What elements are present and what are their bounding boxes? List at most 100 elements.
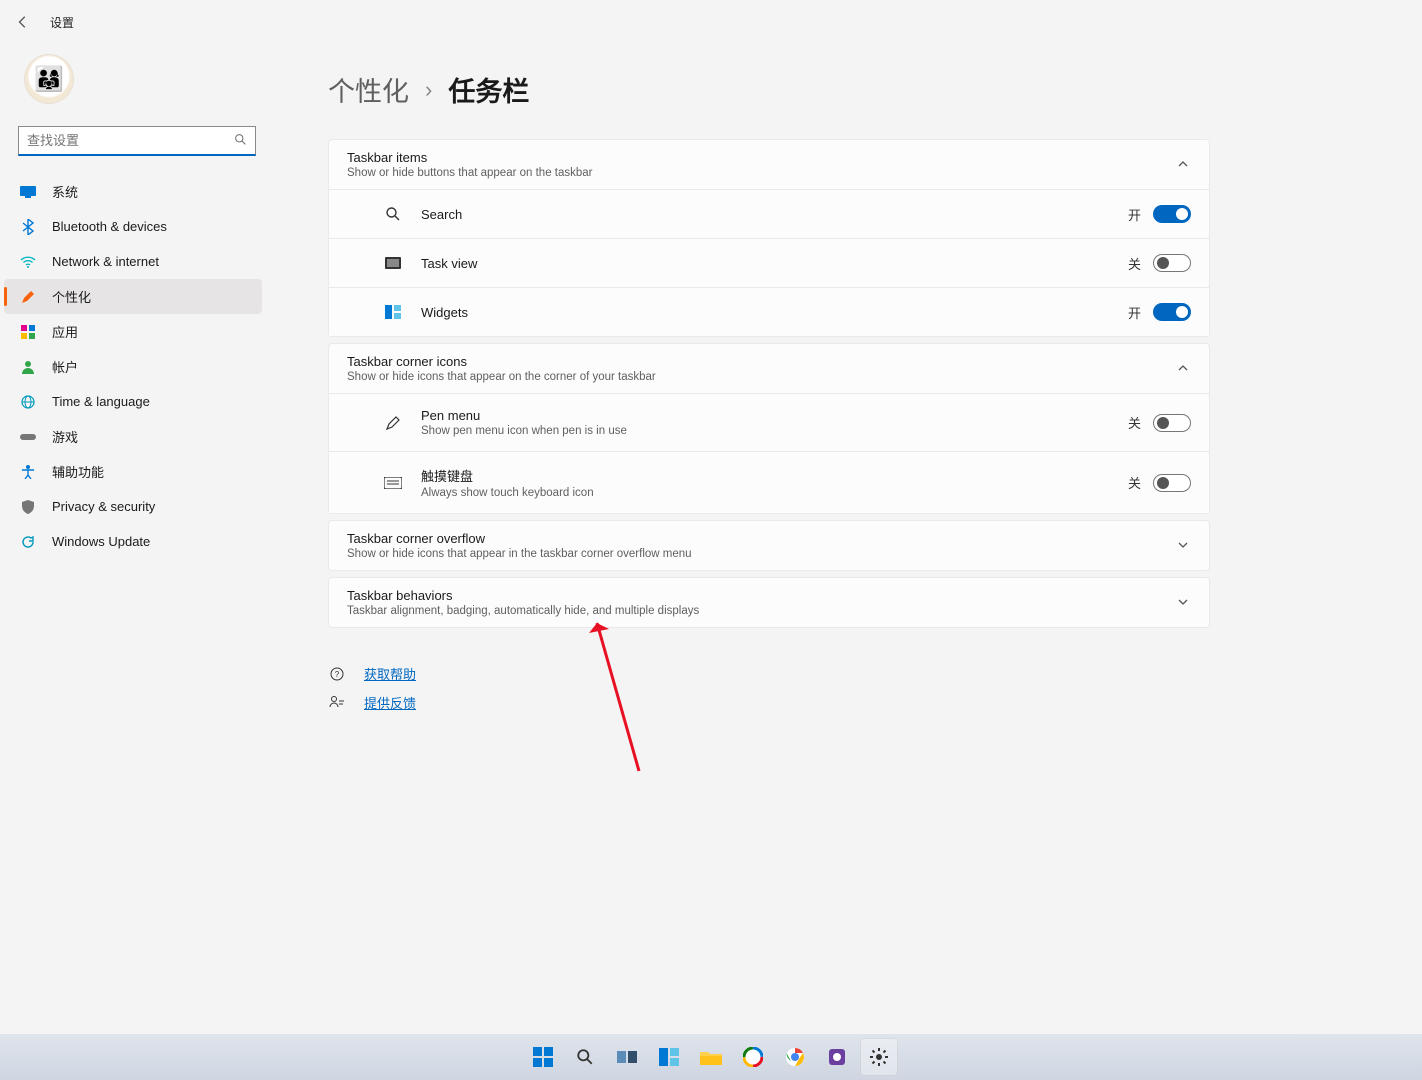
row-title: Pen menu xyxy=(421,408,1128,423)
row-title: Search xyxy=(421,207,1128,222)
taskbar-app-2[interactable] xyxy=(818,1038,856,1076)
chevron-down-icon xyxy=(1177,539,1191,553)
sidebar-item-accounts[interactable]: 帐户 xyxy=(4,349,262,384)
taskbar-widgets[interactable] xyxy=(650,1038,688,1076)
group-sub: Show or hide icons that appear on the co… xyxy=(347,371,1177,383)
sidebar-item-network[interactable]: Network & internet xyxy=(4,244,262,279)
toggle-state-label: 开 xyxy=(1128,205,1141,224)
row-taskview: Task view 关 xyxy=(329,238,1209,287)
svg-text:?: ? xyxy=(335,670,340,679)
chevron-up-icon xyxy=(1177,158,1191,172)
taskbar-search[interactable] xyxy=(566,1038,604,1076)
accessibility-icon xyxy=(20,464,36,480)
taskbar-taskview[interactable] xyxy=(608,1038,646,1076)
pen-icon xyxy=(383,413,403,433)
row-pen-menu: Pen menu Show pen menu icon when pen is … xyxy=(329,393,1209,451)
row-title: Task view xyxy=(421,256,1128,271)
search-input[interactable] xyxy=(18,126,256,156)
taskview-icon xyxy=(383,253,403,273)
search-icon xyxy=(234,133,248,147)
group-sub: Taskbar alignment, badging, automaticall… xyxy=(347,605,1177,617)
chevron-down-icon xyxy=(1177,596,1191,610)
paintbrush-icon xyxy=(20,289,36,305)
group-sub: Show or hide buttons that appear on the … xyxy=(347,167,1177,179)
toggle-pen-menu[interactable] xyxy=(1153,414,1191,432)
sidebar-item-privacy[interactable]: Privacy & security xyxy=(4,489,262,524)
update-icon xyxy=(20,534,36,550)
sidebar-item-system[interactable]: 系统 xyxy=(4,174,262,209)
globe-icon xyxy=(20,394,36,410)
row-search: Search 开 xyxy=(329,189,1209,238)
nav-list: 系统 Bluetooth & devices Network & interne… xyxy=(0,174,300,559)
group-overflow: Taskbar corner overflow Show or hide ico… xyxy=(328,520,1210,571)
group-header-taskbar-items[interactable]: Taskbar items Show or hide buttons that … xyxy=(329,140,1209,189)
toggle-touch-keyboard[interactable] xyxy=(1153,474,1191,492)
row-title: 触摸键盘 xyxy=(421,466,1128,485)
back-button[interactable] xyxy=(14,13,32,31)
annotation-arrow xyxy=(589,611,649,777)
toggle-state-label: 关 xyxy=(1128,413,1141,432)
header-title: 设置 xyxy=(50,14,74,31)
chevron-right-icon: › xyxy=(425,77,432,103)
taskbar-start[interactable] xyxy=(524,1038,562,1076)
sidebar-item-label: Time & language xyxy=(52,394,150,409)
search-icon xyxy=(383,204,403,224)
group-title: Taskbar behaviors xyxy=(347,588,1177,603)
taskbar-explorer[interactable] xyxy=(692,1038,730,1076)
sidebar-item-label: Privacy & security xyxy=(52,499,155,514)
person-icon xyxy=(20,359,36,375)
row-sub: Always show touch keyboard icon xyxy=(421,487,1128,499)
feedback-link-row: 提供反馈 xyxy=(328,693,1210,712)
arrow-left-icon xyxy=(16,15,30,29)
keyboard-icon xyxy=(383,473,403,493)
breadcrumb-current: 任务栏 xyxy=(448,70,529,109)
sidebar-item-personalization[interactable]: 个性化 xyxy=(4,279,262,314)
gamepad-icon xyxy=(20,429,36,445)
breadcrumb-parent[interactable]: 个性化 xyxy=(328,70,409,109)
sidebar-item-label: 游戏 xyxy=(52,427,78,446)
sidebar-item-gaming[interactable]: 游戏 xyxy=(4,419,262,454)
sidebar-item-update[interactable]: Windows Update xyxy=(4,524,262,559)
footer-links: ? 获取帮助 提供反馈 xyxy=(328,664,1210,712)
sidebar-item-label: 系统 xyxy=(52,182,78,201)
help-link[interactable]: 获取帮助 xyxy=(364,664,416,683)
breadcrumb: 个性化 › 任务栏 xyxy=(328,70,1210,109)
taskbar-chrome[interactable] xyxy=(776,1038,814,1076)
search-wrap xyxy=(18,126,256,156)
group-sub: Show or hide icons that appear in the ta… xyxy=(347,548,1177,560)
widgets-icon xyxy=(383,302,403,322)
sidebar-item-label: 辅助功能 xyxy=(52,462,104,481)
group-title: Taskbar corner overflow xyxy=(347,531,1177,546)
group-corner-icons: Taskbar corner icons Show or hide icons … xyxy=(328,343,1210,514)
system-icon xyxy=(20,184,36,200)
feedback-link[interactable]: 提供反馈 xyxy=(364,693,416,712)
group-title: Taskbar items xyxy=(347,150,1177,165)
group-behaviors: Taskbar behaviors Taskbar alignment, bad… xyxy=(328,577,1210,628)
toggle-search[interactable] xyxy=(1153,205,1191,223)
help-link-row: ? 获取帮助 xyxy=(328,664,1210,683)
toggle-taskview[interactable] xyxy=(1153,254,1191,272)
sidebar-item-bluetooth[interactable]: Bluetooth & devices xyxy=(4,209,262,244)
taskbar-app-1[interactable] xyxy=(734,1038,772,1076)
sidebar-item-accessibility[interactable]: 辅助功能 xyxy=(4,454,262,489)
window-header: 设置 xyxy=(0,0,1422,44)
toggle-state-label: 开 xyxy=(1128,303,1141,322)
group-title: Taskbar corner icons xyxy=(347,354,1177,369)
group-header-behaviors[interactable]: Taskbar behaviors Taskbar alignment, bad… xyxy=(329,578,1209,627)
row-sub: Show pen menu icon when pen is in use xyxy=(421,425,1128,437)
toggle-widgets[interactable] xyxy=(1153,303,1191,321)
group-header-corner-icons[interactable]: Taskbar corner icons Show or hide icons … xyxy=(329,344,1209,393)
row-touch-keyboard: 触摸键盘 Always show touch keyboard icon 关 xyxy=(329,451,1209,513)
sidebar-item-label: Network & internet xyxy=(52,254,159,269)
sidebar-item-time[interactable]: Time & language xyxy=(4,384,262,419)
feedback-icon xyxy=(328,694,346,712)
avatar[interactable]: 👨‍👩‍👧 xyxy=(24,54,74,104)
chevron-up-icon xyxy=(1177,362,1191,376)
sidebar-item-label: Bluetooth & devices xyxy=(52,219,167,234)
sidebar-item-label: 个性化 xyxy=(52,287,91,306)
group-header-overflow[interactable]: Taskbar corner overflow Show or hide ico… xyxy=(329,521,1209,570)
sidebar-item-apps[interactable]: 应用 xyxy=(4,314,262,349)
sidebar-item-label: 帐户 xyxy=(52,357,78,376)
taskbar-settings[interactable] xyxy=(860,1038,898,1076)
bluetooth-icon xyxy=(20,219,36,235)
